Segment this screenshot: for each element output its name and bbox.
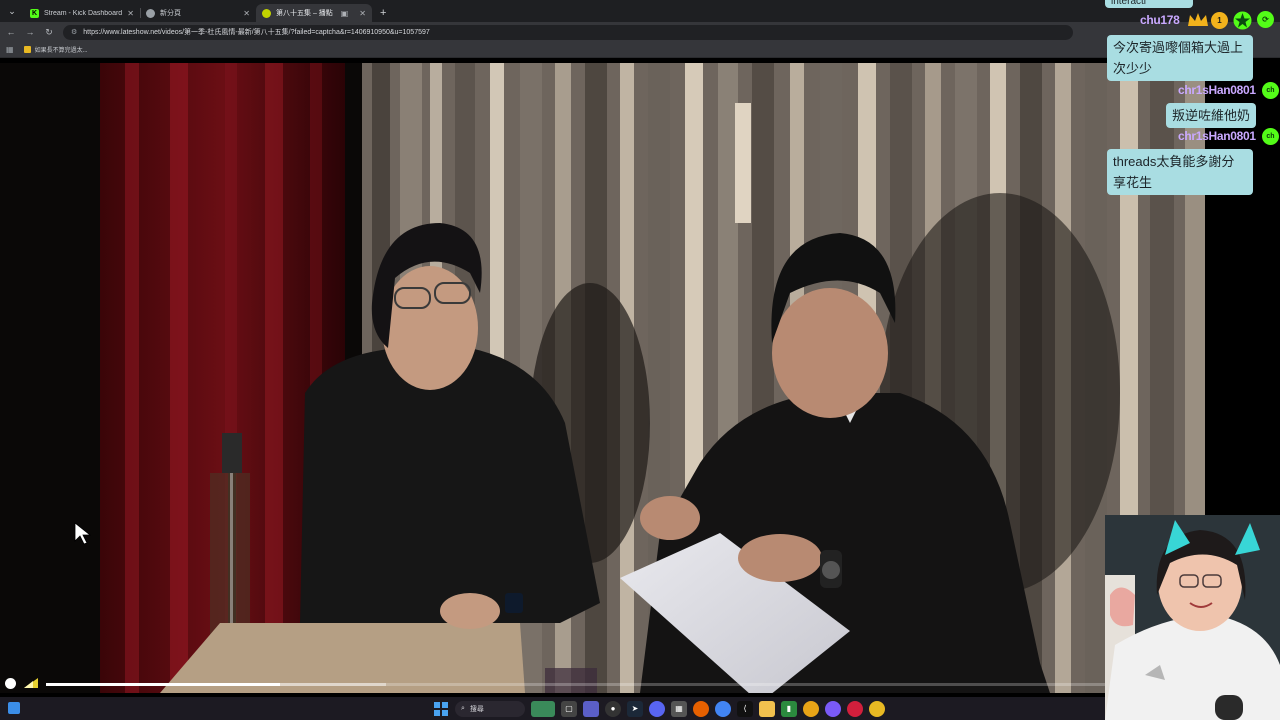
tab-title: 新分頁 (160, 10, 181, 17)
video-frame-image (0, 63, 1205, 693)
chat-username: chr1sHan0801 (1178, 83, 1256, 97)
tab-new-tab[interactable]: 新分頁 ✕ (140, 4, 256, 22)
kick-favicon-icon: K (30, 8, 39, 18)
screen: ⌄ K Stream - Kick Dashboard ✕ 新分頁 ✕ 第八十五… (0, 0, 1280, 720)
chrome-dev-icon[interactable] (869, 700, 885, 717)
chrome-icon[interactable] (715, 700, 731, 717)
copilot-icon[interactable] (531, 700, 555, 717)
browser-tabstrip: ⌄ K Stream - Kick Dashboard ✕ 新分頁 ✕ 第八十五… (0, 0, 1280, 22)
windows-taskbar: ⌕ 搜尋 ▢ ● ➤ ▦ ⟨ ▮ (0, 697, 1105, 720)
channel-badge-icon: ch (1262, 82, 1279, 99)
app-icon[interactable]: ▮ (781, 700, 797, 717)
bookmark-label: 如果長不算完過太... (34, 48, 88, 54)
firefox-icon[interactable] (693, 700, 709, 717)
tab-episode-85[interactable]: 第八十五集 – 播點 ▣ ✕ (256, 4, 372, 22)
site-info-icon[interactable]: ⚙ (71, 28, 77, 36)
crown-icon (1188, 13, 1208, 26)
progress-played (46, 683, 280, 686)
chat-message: 今次寄過嚟個箱大過上次少少 (1107, 35, 1253, 81)
chat-message: threads太負能多謝分享花生 (1107, 149, 1253, 195)
forward-icon[interactable]: → (25, 27, 35, 37)
steam-icon[interactable]: ➤ (627, 700, 643, 717)
site-favicon-icon (262, 8, 271, 18)
channel-badge-icon: ch (1262, 128, 1279, 145)
video-progress-bar[interactable] (46, 683, 1108, 686)
subscriber-badge-icon: 1 (1211, 12, 1228, 29)
close-tab-icon[interactable]: ✕ (243, 9, 250, 18)
chat-username: chu178 (1140, 13, 1180, 27)
channel-badge-icon: ⟳ (1257, 11, 1274, 28)
chat-app-icon[interactable] (583, 700, 599, 717)
browser-toolbar: ← → ↻ ⚙ https://www.lateshow.net/videos/… (0, 22, 1280, 42)
search-label: 搜尋 (469, 705, 484, 713)
tab-media-icon[interactable]: ▣ (341, 9, 349, 18)
taskbar-search[interactable]: ⌕ 搜尋 (455, 700, 525, 717)
chat-username: chr1sHan0801 (1178, 129, 1256, 143)
stream-chat-overlay: interacti chu178 1 ⟳ 今次寄過嚟個箱大過上次少少 chr1s… (1105, 0, 1280, 200)
widgets-icon[interactable] (8, 702, 20, 714)
play-pause-button[interactable] (5, 678, 16, 689)
coin-app-icon[interactable] (803, 700, 819, 717)
video-player[interactable] (0, 63, 1205, 693)
capcut-icon[interactable]: ⟨ (737, 700, 753, 717)
discord-alt-icon[interactable] (825, 700, 841, 717)
taskbar-icons: ⌕ 搜尋 ▢ ● ➤ ▦ ⟨ ▮ (433, 697, 885, 720)
webcam-image (1105, 515, 1280, 720)
volume-icon[interactable] (24, 678, 38, 688)
bookmark-item[interactable]: 如果長不算完過太... (23, 45, 88, 54)
bookmark-favicon-icon (23, 46, 31, 53)
bookmarks-bar: ▦ 如果長不算完過太... (0, 42, 1280, 58)
taskview-icon[interactable]: ▢ (561, 700, 577, 717)
red-app-icon[interactable] (847, 700, 863, 717)
chrome-favicon-icon (146, 8, 155, 18)
tab-kick-dashboard[interactable]: K Stream - Kick Dashboard ✕ (24, 4, 141, 22)
apps-grid-icon[interactable]: ▦ (6, 45, 14, 54)
chat-message: 叛逆咗維他奶 (1166, 103, 1257, 128)
address-bar[interactable]: ⚙ https://www.lateshow.net/videos/第一季-杜氏… (63, 24, 1073, 40)
search-icon: ⌕ (461, 704, 465, 712)
calculator-icon[interactable]: ▦ (671, 700, 687, 717)
back-icon[interactable]: ← (6, 27, 16, 37)
webcam-overlay (1105, 515, 1280, 720)
reload-icon[interactable]: ↻ (44, 27, 54, 38)
chat-bubble-partial: interacti (1105, 0, 1193, 8)
tab-title: 第八十五集 – 播點 (276, 10, 333, 17)
obs-icon[interactable]: ● (605, 700, 621, 717)
close-tab-icon[interactable]: ✕ (127, 9, 134, 18)
tab-search-icon[interactable]: ⌄ (4, 3, 20, 19)
new-tab-button[interactable]: + (380, 7, 386, 19)
start-icon[interactable] (433, 701, 449, 717)
file-explorer-icon[interactable] (759, 700, 775, 717)
url-text: https://www.lateshow.net/videos/第一季-杜氏風情… (83, 29, 430, 36)
tab-title: Stream - Kick Dashboard (44, 9, 123, 17)
star-badge-icon (1233, 11, 1252, 30)
discord-icon[interactable] (649, 700, 665, 717)
close-tab-icon[interactable]: ✕ (359, 9, 366, 18)
